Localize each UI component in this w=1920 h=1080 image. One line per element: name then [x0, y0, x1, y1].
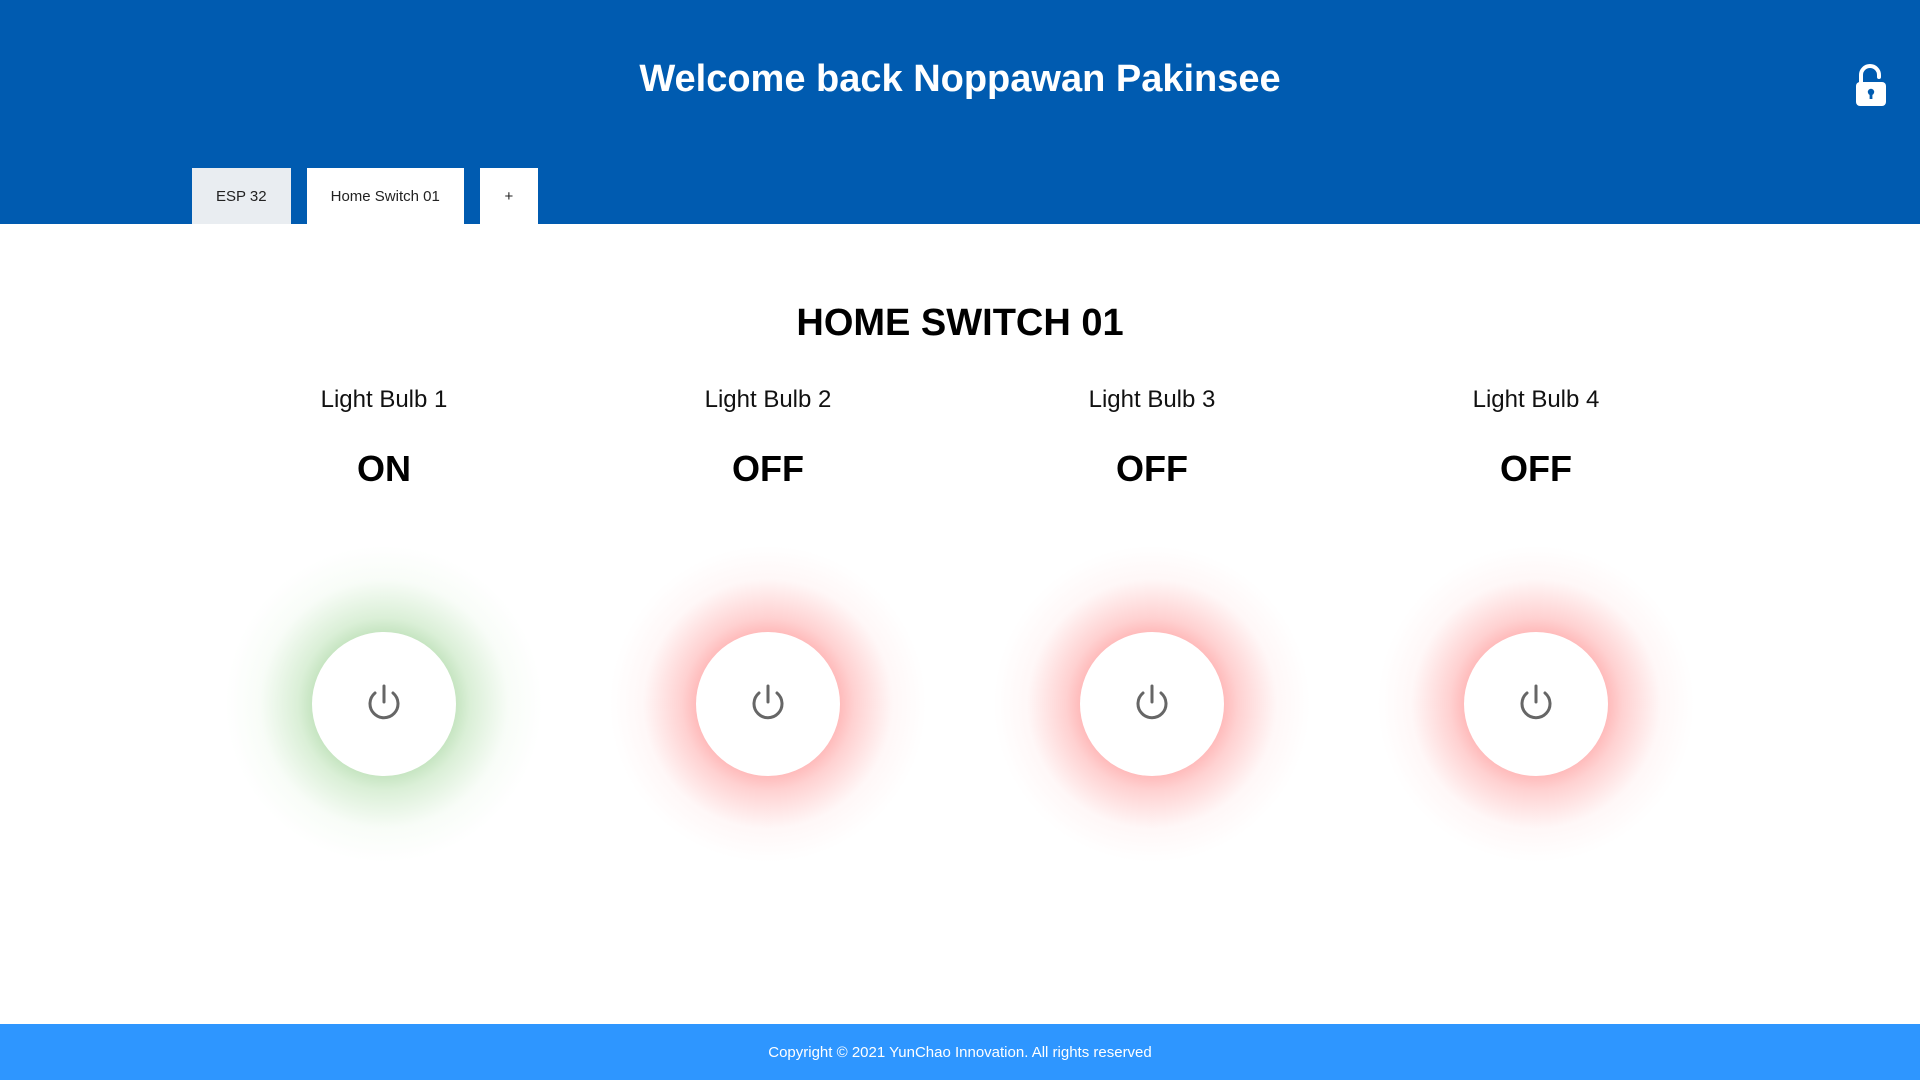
switch-state: OFF [1116, 448, 1188, 489]
power-button-4[interactable] [1464, 632, 1608, 776]
switch-label: Light Bulb 2 [704, 386, 832, 413]
switch-label: Light Bulb 4 [1472, 386, 1600, 413]
switch-card-2: Light Bulb 2 OFF [576, 380, 960, 900]
switch-card-1: Light Bulb 1 ON [192, 380, 576, 900]
power-button-3[interactable] [1080, 632, 1224, 776]
power-button-1[interactable] [312, 632, 456, 776]
switch-state: OFF [732, 448, 804, 489]
power-icon [368, 684, 400, 720]
power-icon [1520, 684, 1552, 720]
app-header: Welcome back Noppawan Pakinsee ESP 32 Ho… [0, 0, 1920, 224]
page-title: HOME SWITCH 01 [796, 302, 1124, 344]
switch-label: Light Bulb 1 [320, 386, 448, 413]
switch-state: OFF [1500, 448, 1572, 489]
power-icon [752, 684, 784, 720]
unlock-icon[interactable] [1852, 62, 1892, 108]
switch-card-4: Light Bulb 4 OFF [1344, 380, 1728, 900]
switch-card-3: Light Bulb 3 OFF [960, 380, 1344, 900]
welcome-title: Welcome back Noppawan Pakinsee [639, 58, 1281, 100]
footer: Copyright © 2021 YunChao Innovation. All… [0, 1024, 1920, 1080]
tab-esp32[interactable]: ESP 32 [192, 168, 291, 224]
device-tabs: ESP 32 Home Switch 01 + [192, 168, 538, 224]
power-button-2[interactable] [696, 632, 840, 776]
power-icon [1136, 684, 1168, 720]
add-tab-button[interactable]: + [479, 168, 538, 224]
copyright-text: Copyright © 2021 YunChao Innovation. All… [768, 1043, 1152, 1061]
switch-state: ON [357, 448, 411, 489]
switch-label: Light Bulb 3 [1088, 386, 1216, 413]
tab-home-switch-01[interactable]: Home Switch 01 [306, 168, 464, 224]
